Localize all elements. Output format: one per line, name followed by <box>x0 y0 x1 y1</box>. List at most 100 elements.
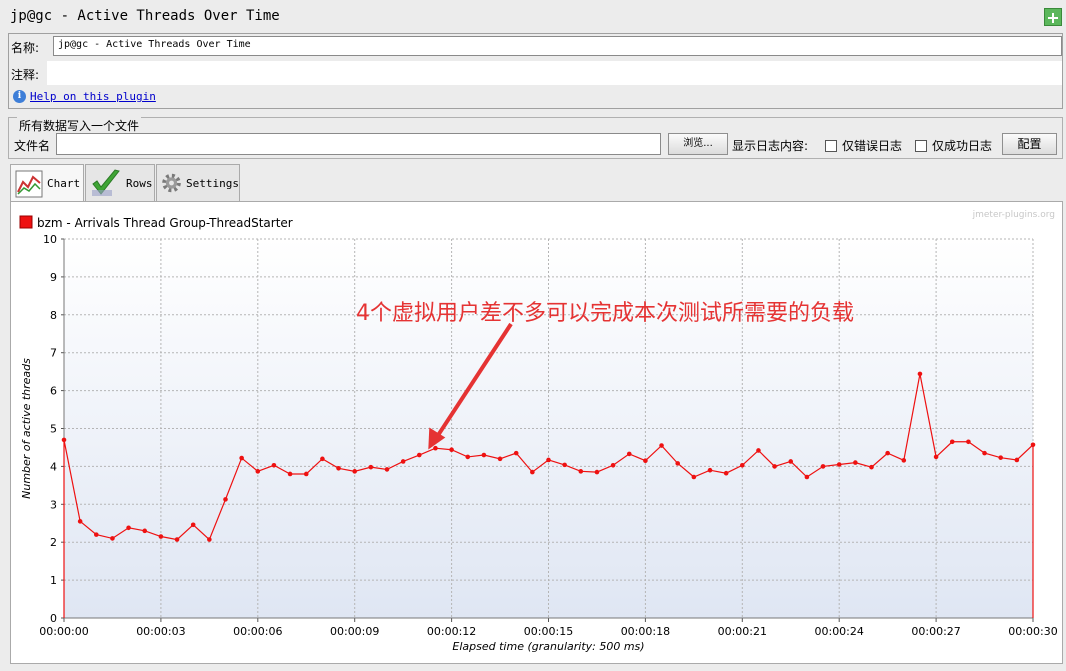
data-point <box>578 469 584 474</box>
tab-rows-label: Rows <box>126 176 153 190</box>
x-tick-label: 00:00:24 <box>814 625 863 638</box>
help-link[interactable]: Help on this plugin <box>30 90 156 103</box>
data-point <box>723 470 729 476</box>
y-tick-label: 4 <box>50 460 57 473</box>
data-point <box>110 536 115 541</box>
data-point <box>384 467 390 472</box>
name-field[interactable]: jp@gc - Active Threads Over Time <box>53 36 1062 56</box>
data-point <box>740 462 745 468</box>
data-point <box>320 456 325 462</box>
tab-chart[interactable]: Chart <box>10 164 84 202</box>
chart-icon <box>15 170 43 197</box>
y-tick-label: 0 <box>50 612 57 625</box>
data-point <box>901 458 907 463</box>
data-point <box>287 471 293 477</box>
data-point <box>675 461 680 466</box>
gear-icon <box>162 173 181 193</box>
data-point <box>998 455 1003 460</box>
x-tick-label: 00:00:03 <box>136 625 185 638</box>
data-point <box>820 464 826 469</box>
data-point <box>303 471 309 477</box>
x-tick-label: 00:00:06 <box>233 625 282 638</box>
comment-label: 注释: <box>11 68 40 82</box>
name-panel: 名称: jp@gc - Active Threads Over Time 注释:… <box>8 33 1063 109</box>
data-point <box>691 474 697 480</box>
data-point <box>497 456 503 462</box>
chart-panel: jmeter-plugins.org 0 1 2 3 4 5 6 7 8 9 10 00:00:00 00… <box>10 201 1063 664</box>
data-point <box>77 519 83 524</box>
legend-label: bzm - Arrivals Thread Group-ThreadStarte… <box>37 216 293 230</box>
configure-button[interactable]: 配置 <box>1002 133 1057 155</box>
y-tick-label: 3 <box>50 498 57 511</box>
x-tick-label: 00:00:12 <box>427 625 476 638</box>
data-point <box>352 469 358 474</box>
data-point <box>853 460 858 465</box>
data-point <box>933 454 939 460</box>
data-point <box>336 465 341 471</box>
title-bar: jp@gc - Active Threads Over Time <box>0 0 1066 33</box>
data-point <box>94 532 99 537</box>
data-point <box>433 445 438 451</box>
y-tick-label: 9 <box>50 271 57 284</box>
data-point <box>982 450 987 456</box>
file-section-legend: 所有数据写入一个文件 <box>17 117 142 134</box>
annotation-text: 4个虚拟用户差不多可以完成本次测试所需要的负载 <box>356 301 854 326</box>
data-point <box>885 450 890 456</box>
name-label: 名称: <box>11 41 40 55</box>
x-axis-label: Elapsed time (granularity: 500 ms) <box>452 640 644 653</box>
legend-swatch <box>19 215 33 229</box>
data-point <box>836 462 842 467</box>
filename-label: 文件名 <box>14 139 51 153</box>
data-point <box>917 371 923 377</box>
y-tick-label: 10 <box>43 233 57 246</box>
x-tick-label: 00:00:18 <box>621 625 670 638</box>
window-title: jp@gc - Active Threads Over Time <box>10 8 280 24</box>
tab-rows[interactable]: Rows <box>85 164 155 201</box>
expand-icon[interactable] <box>1044 8 1062 26</box>
data-point <box>869 464 874 470</box>
y-tick-label: 2 <box>50 536 57 549</box>
data-point <box>1014 457 1020 463</box>
y-axis-label: Number of active threads <box>20 358 33 499</box>
errors-only-label: 仅错误日志 <box>842 139 903 153</box>
data-point <box>158 534 164 539</box>
info-icon: i <box>13 90 26 103</box>
data-point <box>772 464 777 469</box>
y-tick-label: 6 <box>50 385 57 398</box>
data-point <box>449 447 454 453</box>
log-label: 显示日志内容: <box>732 139 809 153</box>
success-only-box[interactable] <box>915 139 927 152</box>
data-point <box>142 528 148 534</box>
data-point <box>626 451 632 457</box>
data-point <box>271 462 277 468</box>
data-point <box>190 522 196 528</box>
data-point <box>513 450 519 456</box>
data-point <box>223 497 228 502</box>
data-point <box>530 469 535 475</box>
checkmark-icon <box>92 169 120 196</box>
data-point <box>174 537 180 542</box>
data-point <box>417 452 422 458</box>
data-point <box>546 457 551 463</box>
errors-only-box[interactable] <box>825 139 837 152</box>
tab-settings[interactable]: Settings <box>156 164 240 201</box>
data-point <box>643 458 648 464</box>
data-point <box>707 467 713 473</box>
comment-field[interactable] <box>47 61 1062 85</box>
data-point <box>207 537 212 542</box>
browse-button[interactable]: 浏览... <box>668 133 728 155</box>
success-only-label: 仅成功日志 <box>932 139 993 153</box>
success-only-checkbox[interactable]: 仅成功日志 <box>915 137 992 154</box>
y-tick-label: 8 <box>50 309 57 322</box>
y-tick-label: 1 <box>50 574 57 587</box>
filename-input[interactable] <box>56 133 661 155</box>
x-tick-label: 00:00:27 <box>911 625 960 638</box>
data-point <box>949 439 955 445</box>
file-section: 所有数据写入一个文件 文件名 浏览... 显示日志内容: 仅错误日志 仅成功日志… <box>8 117 1063 159</box>
errors-only-checkbox[interactable]: 仅错误日志 <box>825 137 902 154</box>
tab-settings-label: Settings <box>186 176 239 190</box>
data-point <box>239 455 244 461</box>
data-point <box>756 448 761 453</box>
x-tick-label: 00:00:30 <box>1008 625 1057 638</box>
x-tick-label: 00:00:09 <box>330 625 379 638</box>
